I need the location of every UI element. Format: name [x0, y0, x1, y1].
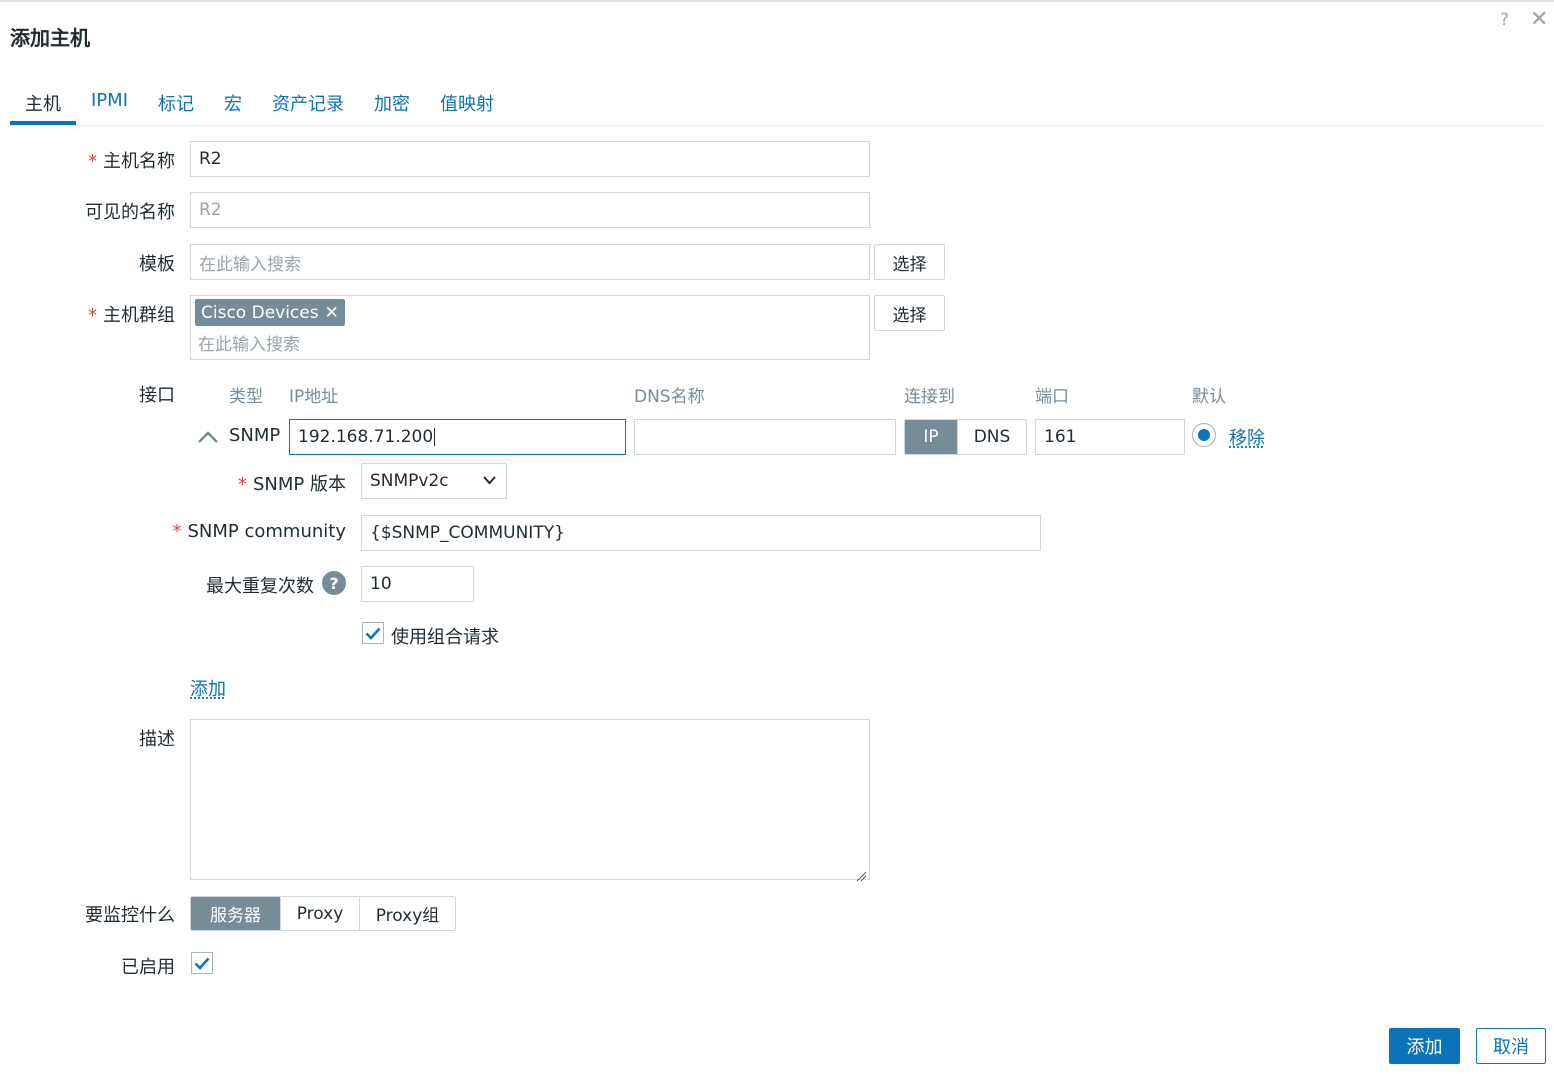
tab-inventory[interactable]: 资产记录 — [272, 90, 344, 116]
snmp-version-label: * SNMP 版本 — [238, 474, 346, 495]
tab-ipmi[interactable]: IPMI — [91, 90, 128, 111]
tab-tags[interactable]: 标记 — [158, 90, 194, 116]
chevron-down-icon — [483, 476, 496, 485]
bulk-requests-label: 使用组合请求 — [391, 627, 499, 648]
tab-value-mapping[interactable]: 值映射 — [440, 90, 494, 116]
chip-remove-icon[interactable]: ✕ — [325, 303, 339, 323]
snmp-version-select[interactable]: SNMPv2c — [361, 463, 507, 499]
close-icon[interactable]: ✕ — [1530, 7, 1548, 32]
help-circle-icon[interactable]: ? — [322, 571, 346, 595]
description-textarea[interactable] — [190, 719, 870, 880]
connect-ip-option[interactable]: IP — [905, 420, 957, 454]
interface-type: SNMP — [229, 425, 281, 446]
monitored-by-proxy[interactable]: Proxy — [280, 897, 359, 930]
snmp-community-label: * SNMP community — [172, 521, 346, 542]
max-repetitions-label: 最大重复次数 — [206, 576, 314, 597]
ip-address-input[interactable]: 192.168.71.200 — [289, 419, 626, 455]
monitored-by-label: 要监控什么 — [85, 905, 175, 926]
dns-name-input[interactable] — [634, 419, 896, 455]
col-dns: DNS名称 — [634, 387, 705, 407]
col-ip: IP地址 — [289, 387, 339, 407]
checkmark-icon — [194, 957, 210, 970]
max-repetitions-input[interactable]: 10 — [361, 566, 474, 602]
add-button[interactable]: 添加 — [1389, 1028, 1460, 1064]
templates-select-button[interactable]: 选择 — [874, 244, 945, 280]
port-input[interactable]: 161 — [1035, 419, 1185, 455]
default-interface-radio[interactable] — [1192, 423, 1216, 447]
add-interface-link[interactable]: 添加 — [190, 675, 226, 701]
checkmark-icon — [365, 627, 381, 640]
col-port: 端口 — [1035, 387, 1069, 407]
host-group-chip-label: Cisco Devices — [201, 302, 319, 323]
snmp-community-input[interactable]: {$SNMP_COMMUNITY} — [361, 515, 1041, 551]
host-groups-search-placeholder[interactable]: 在此输入搜索 — [198, 330, 300, 355]
host-groups-label: * 主机群组 — [88, 305, 175, 326]
tab-host[interactable]: 主机 — [25, 90, 61, 116]
help-icon[interactable]: ? — [1500, 10, 1509, 30]
dialog-title: 添加主机 — [10, 26, 90, 50]
visible-name-input[interactable]: R2 — [190, 192, 870, 228]
monitored-by-toggle[interactable]: 服务器 Proxy Proxy组 — [190, 896, 456, 931]
enabled-label: 已启用 — [121, 957, 175, 978]
resize-handle-icon[interactable] — [855, 866, 867, 887]
remove-interface-link[interactable]: 移除 — [1229, 424, 1265, 450]
cancel-button[interactable]: 取消 — [1476, 1028, 1546, 1064]
connect-dns-option[interactable]: DNS — [957, 420, 1026, 454]
host-group-chip: Cisco Devices ✕ — [195, 299, 345, 326]
host-groups-select-button[interactable]: 选择 — [874, 295, 945, 331]
templates-label: 模板 — [139, 254, 175, 275]
bulk-requests-checkbox[interactable] — [362, 622, 384, 644]
col-default: 默认 — [1192, 387, 1226, 407]
dialog-top-border — [0, 0, 1554, 2]
templates-input[interactable]: 在此输入搜索 — [190, 244, 870, 280]
description-label: 描述 — [139, 729, 175, 750]
host-name-label: * 主机名称 — [88, 151, 175, 172]
monitored-by-proxy-group[interactable]: Proxy组 — [359, 897, 455, 930]
chevron-up-icon[interactable] — [197, 428, 219, 449]
col-type: 类型 — [229, 387, 263, 407]
monitored-by-server[interactable]: 服务器 — [191, 897, 280, 930]
col-connect-to: 连接到 — [904, 387, 955, 407]
tab-macros[interactable]: 宏 — [224, 90, 242, 116]
tab-encryption[interactable]: 加密 — [374, 90, 410, 116]
tab-divider — [10, 125, 1546, 126]
enabled-checkbox[interactable] — [191, 952, 213, 974]
connect-to-toggle[interactable]: IP DNS — [904, 419, 1027, 455]
visible-name-label: 可见的名称 — [85, 202, 175, 223]
interfaces-label: 接口 — [139, 385, 175, 406]
host-name-input[interactable]: R2 — [190, 141, 870, 177]
